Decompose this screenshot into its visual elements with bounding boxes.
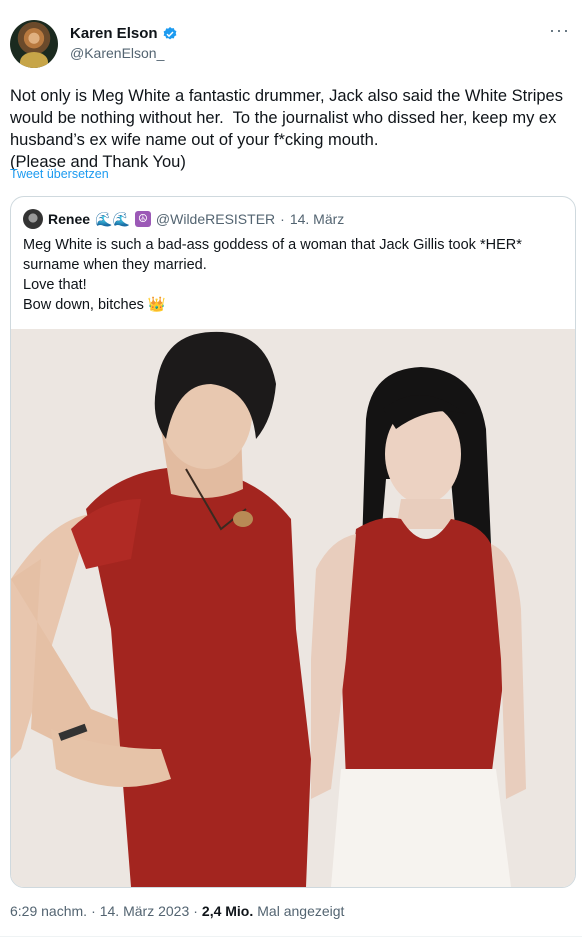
divider bbox=[0, 936, 582, 937]
quoted-tweet-date[interactable]: 14. März bbox=[290, 211, 344, 227]
author-handle[interactable]: @KarenElson_ bbox=[70, 45, 164, 61]
photo-illustration bbox=[11, 329, 575, 887]
separator-dot: · bbox=[193, 903, 198, 919]
view-count-label: Mal angezeigt bbox=[257, 903, 345, 919]
author-name-row[interactable]: Karen Elson bbox=[70, 25, 178, 42]
translate-tweet-link[interactable]: Tweet übersetzen bbox=[10, 167, 109, 181]
quoted-tweet-photo[interactable] bbox=[11, 329, 575, 887]
author-avatar[interactable] bbox=[10, 20, 58, 68]
more-options-icon[interactable]: ··· bbox=[549, 21, 570, 39]
view-count: 2,4 Mio. bbox=[201, 903, 254, 919]
tweet-date[interactable]: 14. März 2023 bbox=[100, 903, 190, 919]
separator-dot: · bbox=[280, 211, 285, 227]
verified-badge-icon bbox=[163, 26, 176, 39]
quoted-author-name[interactable]: Renee bbox=[48, 211, 90, 227]
author-name[interactable]: Karen Elson bbox=[70, 25, 158, 42]
quoted-author-handle: @WildeRESISTER bbox=[155, 211, 276, 227]
wave-emoji: 🌊🌊 bbox=[95, 210, 130, 227]
tweet-meta: 6:29 nachm. · 14. März 2023 · 2,4 Mio. M… bbox=[10, 903, 344, 919]
peace-emoji: ☮ bbox=[134, 211, 151, 227]
quoted-tweet[interactable]: Renee 🌊🌊 ☮ @WildeRESISTER · 14. März Meg… bbox=[10, 196, 576, 888]
tweet-time[interactable]: 6:29 nachm. bbox=[10, 903, 87, 919]
quoted-tweet-header: Renee 🌊🌊 ☮ @WildeRESISTER · 14. März bbox=[23, 209, 344, 229]
quoted-tweet-text: Meg White is such a bad-ass goddess of a… bbox=[23, 237, 522, 313]
tweet-header: Karen Elson @KarenElson_ ··· bbox=[10, 18, 572, 70]
quoted-author-avatar[interactable] bbox=[23, 209, 43, 229]
separator-dot: · bbox=[91, 903, 96, 919]
tweet-text: Not only is Meg White a fantastic drumme… bbox=[10, 87, 563, 171]
